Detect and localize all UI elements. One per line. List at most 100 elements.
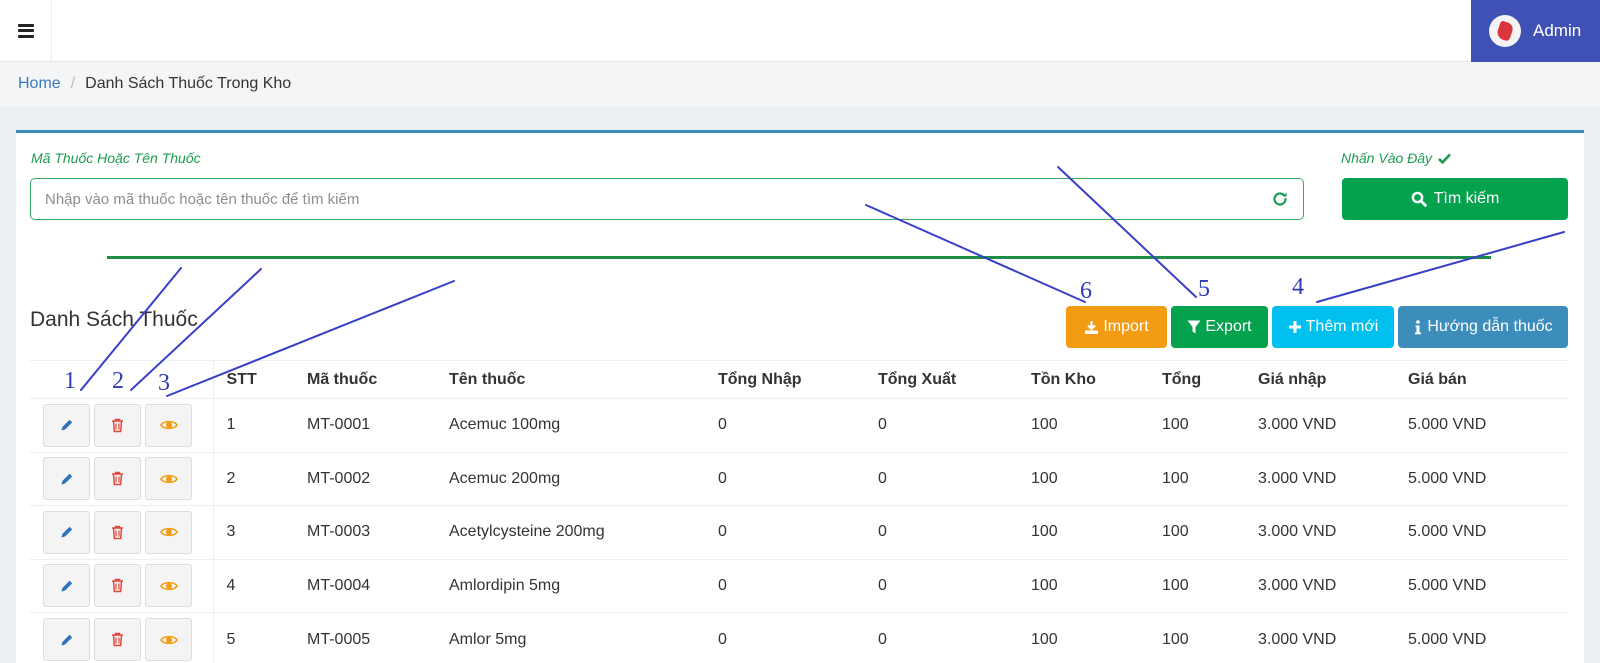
row-actions-cell <box>30 612 214 663</box>
edit-button[interactable] <box>43 457 90 501</box>
column-header-import-price: Giá nhập <box>1245 360 1395 399</box>
view-button[interactable] <box>145 510 192 554</box>
avatar <box>1489 15 1521 47</box>
search-field <box>30 178 1304 220</box>
delete-button[interactable] <box>94 618 141 661</box>
cell-import-price: 3.000 VND <box>1245 398 1395 452</box>
add-new-button[interactable]: Thêm mới <box>1272 306 1394 348</box>
search-button[interactable]: Tìm kiếm <box>1342 178 1568 220</box>
cell-name: Amlor 5mg <box>436 612 705 663</box>
cell-name: Amlordipin 5mg <box>436 558 705 613</box>
list-title: Danh Sách Thuốc <box>30 308 198 331</box>
refresh-icon[interactable] <box>1271 190 1289 208</box>
edit-button[interactable] <box>43 510 90 554</box>
view-button[interactable] <box>145 403 192 447</box>
cell-code: MT-0004 <box>294 558 436 613</box>
cell-name: Acemuc 200mg <box>436 451 705 506</box>
column-header-name: Tên thuốc <box>436 360 705 399</box>
breadcrumb-current: Danh Sách Thuốc Trong Kho <box>85 75 292 92</box>
search-label: Mã Thuốc Hoặc Tên Thuốc <box>31 150 201 166</box>
breadcrumb-bar: Home / Danh Sách Thuốc Trong Kho <box>0 62 1600 106</box>
click-here-text: Nhấn Vào Đây <box>1341 150 1433 166</box>
user-menu[interactable]: Admin <box>1471 0 1600 62</box>
view-button[interactable] <box>145 618 192 661</box>
view-button[interactable] <box>145 564 192 608</box>
medicine-guide-label: Hướng dẫn thuốc <box>1427 318 1553 335</box>
breadcrumb-home-link[interactable]: Home <box>18 75 61 92</box>
trash-icon <box>112 579 123 593</box>
column-header-code: Mã thuốc <box>294 360 436 399</box>
cell-code: MT-0001 <box>294 398 436 452</box>
breadcrumb-separator: / <box>70 75 76 92</box>
cell-total-import: 0 <box>705 558 865 613</box>
user-name: Admin <box>1533 21 1582 40</box>
click-here-label: Nhấn Vào Đây <box>1341 150 1452 166</box>
edit-button[interactable] <box>43 403 90 447</box>
column-header-stt: STT <box>213 360 294 399</box>
delete-button[interactable] <box>94 564 141 608</box>
cell-stt: 1 <box>213 398 294 452</box>
cell-name: Acetylcysteine 200mg <box>436 505 705 559</box>
eye-icon <box>159 635 178 644</box>
trash-icon <box>112 632 123 647</box>
cell-stt: 4 <box>213 558 294 613</box>
table-header-row: STT Mã thuốc Tên thuốc Tổng Nhập Tổng Xu… <box>30 360 1568 399</box>
cell-total-export: 0 <box>865 505 1018 559</box>
delete-button[interactable] <box>94 510 141 554</box>
eye-icon <box>159 528 178 537</box>
search-button-label: Tìm kiếm <box>1433 190 1500 207</box>
edit-button[interactable] <box>43 564 90 608</box>
cell-code: MT-0005 <box>294 612 436 663</box>
cell-sell-price: 5.000 VND <box>1395 451 1568 506</box>
row-actions-cell <box>30 398 214 452</box>
delete-button[interactable] <box>94 403 141 447</box>
table-row: 4 MT-0004 Amlordipin 5mg 0 0 100 100 3.000 VND 5… <box>30 558 1568 613</box>
view-button[interactable] <box>145 457 192 501</box>
cell-total-export: 0 <box>865 612 1018 663</box>
pencil-icon <box>61 420 72 431</box>
table-row: 1 MT-0001 Acemuc 100mg 0 0 100 100 3.000 VND 5.0… <box>30 398 1568 452</box>
column-header-actions <box>30 360 214 399</box>
cell-sell-price: 5.000 VND <box>1395 558 1568 613</box>
cell-code: MT-0002 <box>294 451 436 506</box>
row-actions <box>43 564 213 608</box>
cell-total-export: 0 <box>865 558 1018 613</box>
add-new-label: Thêm mới <box>1305 318 1379 335</box>
eye-icon <box>159 581 178 590</box>
cell-import-price: 3.000 VND <box>1245 558 1395 613</box>
trash-icon <box>112 525 123 539</box>
column-header-total: Tổng <box>1149 360 1245 399</box>
cell-total: 100 <box>1149 505 1245 559</box>
delete-button[interactable] <box>94 457 141 501</box>
cell-stock: 100 <box>1018 451 1149 506</box>
pencil-icon <box>61 527 72 538</box>
pencil-icon <box>61 580 72 592</box>
import-button[interactable]: Import <box>1066 306 1167 348</box>
table-row: 3 MT-0003 Acetylcysteine 200mg 0 0 100 100 3.00… <box>30 505 1568 559</box>
export-button[interactable]: Export <box>1171 306 1268 348</box>
cell-stock: 100 <box>1018 398 1149 452</box>
cell-total-import: 0 <box>705 612 865 663</box>
edit-button[interactable] <box>43 618 90 661</box>
search-icon <box>1411 191 1427 207</box>
pencil-icon <box>61 634 72 645</box>
cell-total: 100 <box>1149 612 1245 663</box>
medicine-guide-button[interactable]: Hướng dẫn thuốc <box>1398 306 1568 348</box>
table-row: 5 MT-0005 Amlor 5mg 0 0 100 100 3.000 VND 5.000 … <box>30 612 1568 663</box>
search-input[interactable] <box>45 179 1245 219</box>
cell-import-price: 3.000 VND <box>1245 505 1395 559</box>
cell-stock: 100 <box>1018 612 1149 663</box>
cell-sell-price: 5.000 VND <box>1395 612 1568 663</box>
pencil-icon <box>61 473 72 485</box>
filter-icon <box>1187 320 1201 334</box>
cell-total: 100 <box>1149 558 1245 613</box>
row-actions-cell <box>30 558 214 613</box>
section-divider <box>107 256 1491 259</box>
trash-icon <box>112 418 123 432</box>
cell-code: MT-0003 <box>294 505 436 559</box>
hamburger-icon[interactable] <box>0 0 52 61</box>
cell-stock: 100 <box>1018 558 1149 613</box>
info-icon <box>1415 319 1422 334</box>
cell-stt: 2 <box>213 451 294 506</box>
cell-total-import: 0 <box>705 505 865 559</box>
